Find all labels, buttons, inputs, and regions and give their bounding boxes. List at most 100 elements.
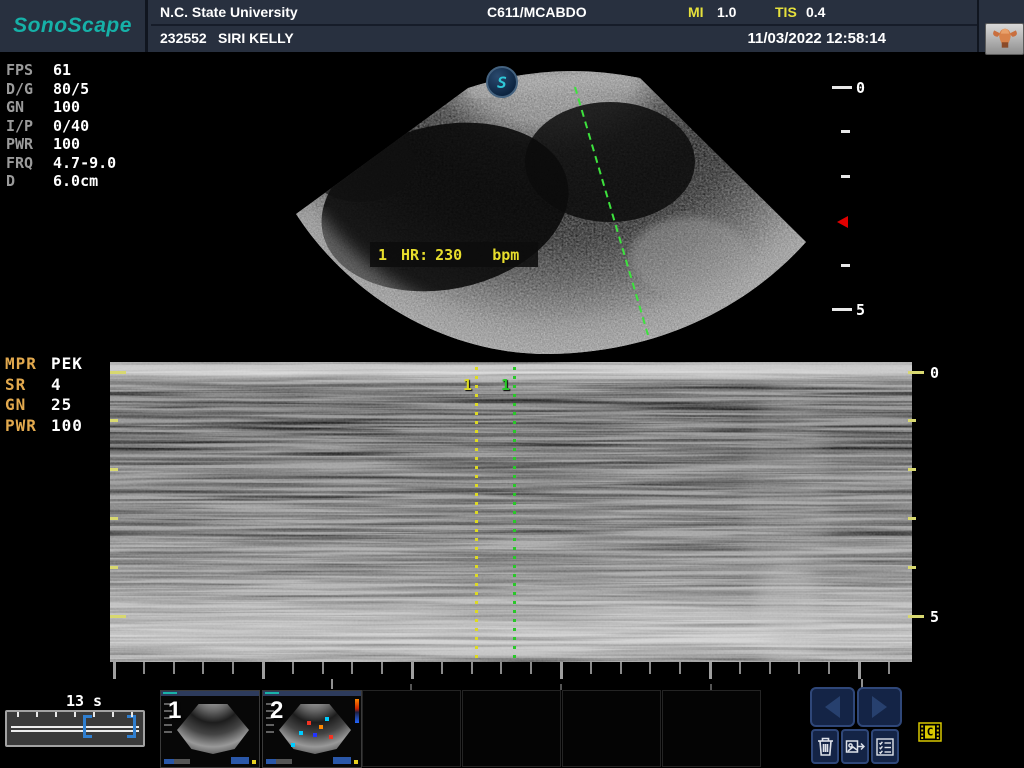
mmode-time-axis — [0, 662, 1024, 680]
mi-label: MI — [688, 4, 704, 20]
ruler-tick — [110, 517, 118, 520]
arrow-left-icon — [825, 696, 840, 718]
ruler-tick — [832, 86, 852, 89]
delete-button[interactable] — [811, 729, 839, 764]
doppler-speckle — [329, 735, 333, 739]
timeline-tick — [17, 712, 19, 717]
next-page-button[interactable] — [857, 687, 902, 727]
time-tick — [888, 662, 890, 674]
ruler-tick — [110, 419, 118, 422]
probe-preset: C611/MCABDO — [487, 4, 587, 20]
header-divider — [977, 0, 979, 52]
patient-id: 232552 — [160, 30, 207, 46]
report-checklist-button[interactable] — [871, 729, 899, 764]
mmode-image — [0, 362, 1024, 662]
timeline-tick — [74, 712, 76, 717]
svg-text:C: C — [927, 726, 934, 739]
thumbnail-slot-empty — [462, 690, 561, 767]
timeline-tick — [55, 712, 57, 717]
probe-orientation-marker: S — [486, 66, 518, 98]
time-tick — [441, 662, 443, 674]
time-tick — [620, 662, 622, 674]
institution-name: N.C. State University — [160, 4, 298, 20]
export-image-button[interactable] — [841, 729, 869, 764]
ruler-tick — [841, 175, 850, 178]
time-tick — [351, 662, 353, 674]
thumb-progress — [266, 759, 292, 764]
time-tick — [500, 662, 502, 674]
ruler-tick — [110, 371, 126, 374]
hr-label: HR: — [401, 246, 428, 264]
thumb-number: 2 — [270, 697, 283, 725]
measurement-index: 1 — [378, 246, 387, 264]
time-tick — [679, 662, 681, 674]
ruler-tick — [841, 130, 850, 133]
cow-icon — [992, 27, 1018, 51]
ruler-tick — [908, 566, 916, 569]
thumbnail-1[interactable]: 1 — [160, 690, 260, 768]
caliper-green[interactable] — [513, 367, 516, 661]
footer-mark — [331, 679, 333, 689]
header-row-2: 232552 SIRI KELLY 11/03/2022 12:58:14 — [151, 28, 977, 52]
doppler-speckle — [307, 721, 311, 725]
time-tick — [113, 662, 116, 679]
arrow-right-icon — [872, 696, 887, 718]
timeline-track — [11, 726, 139, 728]
time-tick — [381, 662, 383, 674]
doppler-speckle — [313, 733, 317, 737]
time-tick — [173, 662, 175, 674]
sonoscape-logo: SonoScape — [13, 14, 132, 38]
thumb-badge — [333, 757, 351, 764]
time-tick — [769, 662, 771, 674]
caliper-green-label: 1 — [501, 376, 510, 394]
ruler-label-5: 5 — [856, 301, 865, 319]
time-tick — [858, 662, 861, 679]
timeline-bracket-right[interactable] — [127, 715, 136, 738]
thumb-dot — [252, 760, 256, 764]
time-tick — [322, 662, 324, 674]
ultrasound-screen: SonoScape N.C. State University C611/MCA… — [0, 0, 1024, 768]
thumb-dot — [354, 760, 358, 764]
cine-timeline[interactable] — [5, 710, 145, 747]
focus-marker[interactable] — [837, 216, 848, 228]
doppler-speckle — [325, 717, 329, 721]
timeline-track — [11, 730, 139, 732]
thumbnail-2[interactable]: 2 — [262, 690, 362, 768]
time-tick — [739, 662, 741, 674]
time-tick — [828, 662, 830, 674]
timeline-tick — [112, 712, 114, 717]
ruler-label-0: 0 — [930, 364, 939, 382]
ruler-label-5: 5 — [930, 608, 939, 626]
thumb-header — [161, 691, 259, 696]
time-tick — [471, 662, 473, 674]
prev-page-button[interactable] — [810, 687, 855, 727]
ruler-tick — [908, 371, 924, 374]
ruler-tick — [110, 566, 118, 569]
time-tick — [560, 662, 563, 679]
caliper-yellow[interactable] — [475, 367, 478, 661]
ruler-tick — [110, 468, 118, 471]
doppler-speckle — [319, 725, 323, 729]
header-bar: SonoScape N.C. State University C611/MCA… — [0, 0, 1024, 52]
timeline-bracket-left[interactable] — [83, 715, 92, 738]
thumb-number: 1 — [168, 697, 181, 725]
hr-unit: bpm — [492, 246, 519, 264]
datetime: 11/03/2022 12:58:14 — [748, 30, 886, 47]
header-row-1: N.C. State University C611/MCABDO MI 1.0… — [151, 0, 977, 26]
time-tick — [649, 662, 651, 674]
ruler-tick — [908, 468, 916, 471]
time-tick — [709, 662, 712, 679]
thumbnail-slot-empty — [562, 690, 661, 767]
logo-area: SonoScape — [0, 0, 148, 52]
thumb-badge — [231, 757, 249, 764]
thumb-doppler-image — [279, 704, 351, 754]
doppler-speckle — [291, 743, 295, 747]
ruler-label-0: 0 — [856, 79, 865, 97]
thumbnail-slot-empty — [662, 690, 761, 767]
doppler-colorbar — [355, 699, 359, 723]
timeline-tick — [36, 712, 38, 717]
timeline-tick — [131, 712, 133, 717]
ruler-tick — [908, 419, 916, 422]
time-tick — [143, 662, 145, 674]
time-tick — [798, 662, 800, 674]
